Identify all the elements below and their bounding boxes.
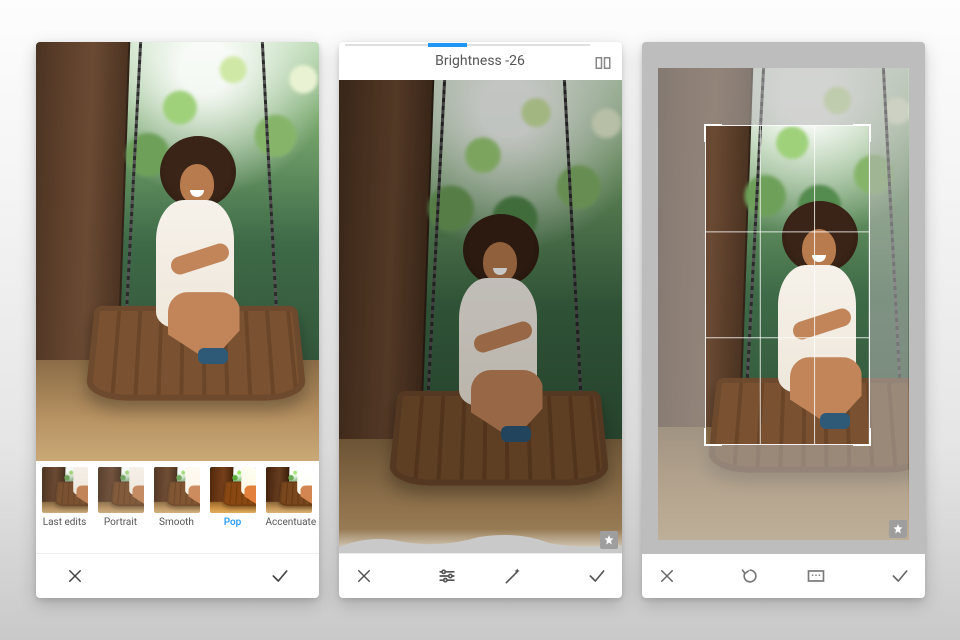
crop-canvas[interactable] bbox=[658, 68, 909, 540]
filter-last-edits[interactable]: Last edits bbox=[42, 467, 88, 528]
filter-accentuate[interactable]: Accentuate bbox=[266, 467, 314, 528]
crop-handle-br[interactable] bbox=[853, 428, 871, 446]
sliders-icon[interactable] bbox=[436, 565, 458, 587]
cancel-button[interactable] bbox=[656, 565, 678, 587]
filter-label: Smooth bbox=[159, 517, 194, 528]
confirm-button[interactable] bbox=[586, 565, 608, 587]
crop-handle-bl[interactable] bbox=[704, 428, 722, 446]
filter-label: Accentuate bbox=[266, 517, 317, 528]
adjust-header: Brightness -26 bbox=[339, 42, 622, 80]
filter-pop[interactable]: Pop bbox=[210, 467, 256, 528]
main-photo[interactable] bbox=[339, 80, 622, 553]
favorite-button[interactable] bbox=[889, 520, 907, 538]
cancel-button[interactable] bbox=[353, 565, 375, 587]
confirm-button[interactable] bbox=[269, 565, 291, 587]
adjust-readout: Brightness -26 bbox=[435, 53, 525, 69]
filter-label: Last edits bbox=[43, 517, 87, 528]
bottom-bar bbox=[642, 554, 925, 598]
favorite-button[interactable] bbox=[600, 531, 618, 549]
filter-label: Pop bbox=[224, 517, 242, 528]
filter-label: Portrait bbox=[104, 517, 137, 528]
compare-icon[interactable] bbox=[592, 52, 614, 74]
filter-portrait[interactable]: Portrait bbox=[98, 467, 144, 528]
value-slider[interactable] bbox=[345, 44, 590, 46]
bottom-bar bbox=[36, 553, 319, 598]
rotate-icon[interactable] bbox=[739, 565, 761, 587]
confirm-button[interactable] bbox=[889, 565, 911, 587]
screen-looks: Last edits Portrait Smooth Pop Accentuat… bbox=[36, 42, 319, 598]
bottom-bar bbox=[339, 553, 622, 598]
screen-crop bbox=[642, 42, 925, 598]
main-photo[interactable] bbox=[36, 42, 319, 461]
aspect-ratio-icon[interactable] bbox=[805, 565, 827, 587]
screen-tune: Brightness -26 bbox=[339, 42, 622, 598]
magic-wand-icon[interactable] bbox=[502, 565, 524, 587]
crop-handle-tl[interactable] bbox=[704, 124, 722, 142]
crop-rect[interactable] bbox=[706, 126, 869, 444]
cancel-button[interactable] bbox=[64, 565, 86, 587]
filter-smooth[interactable]: Smooth bbox=[154, 467, 200, 528]
filter-strip[interactable]: Last edits Portrait Smooth Pop Accentuat… bbox=[36, 461, 319, 553]
histogram bbox=[339, 529, 622, 553]
crop-handle-tr[interactable] bbox=[853, 124, 871, 142]
